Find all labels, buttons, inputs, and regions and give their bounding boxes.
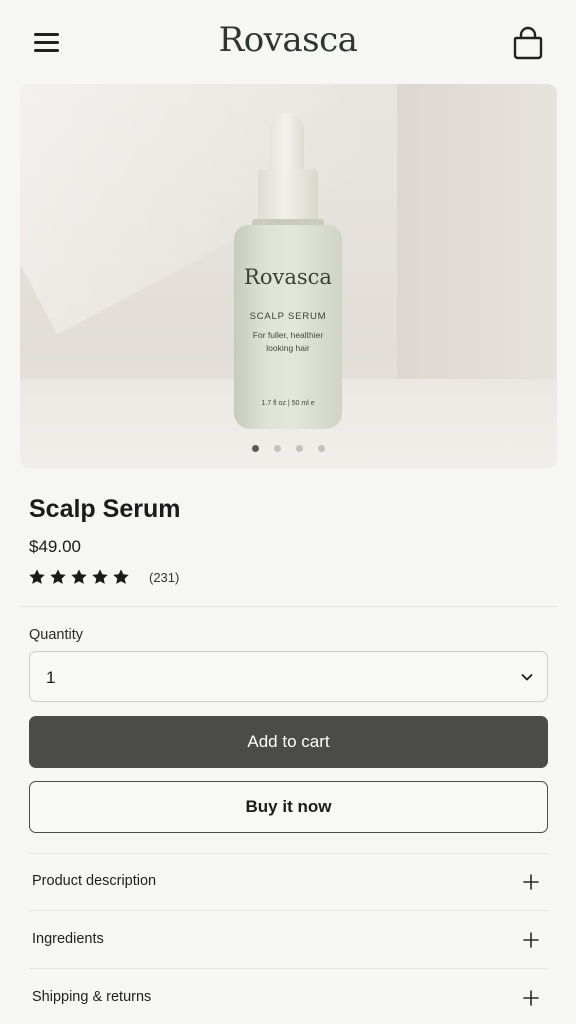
- bottle-glass: [234, 225, 342, 429]
- star-icon: [50, 569, 66, 584]
- product-rating[interactable]: (231): [28, 567, 179, 587]
- accordion-shipping-returns[interactable]: Shipping & returns: [29, 969, 548, 1024]
- rating-stars: [28, 568, 130, 586]
- quantity-value: 1: [46, 668, 56, 687]
- accordion-ingredients[interactable]: Ingredients: [29, 911, 548, 969]
- carousel-dot-1[interactable]: [252, 445, 259, 452]
- review-count[interactable]: (231): [149, 570, 179, 585]
- star-icon: [113, 569, 129, 584]
- section-divider: [20, 606, 557, 607]
- product-page: Rovasca Rovasca SCALP SERUM For fuller, …: [0, 0, 576, 1024]
- star-icon: [92, 569, 108, 584]
- brand-logo[interactable]: Rovasca: [0, 20, 576, 60]
- carousel-dot-2[interactable]: [274, 445, 281, 452]
- header: Rovasca: [0, 0, 576, 86]
- chevron-down-icon: [521, 674, 533, 681]
- bottle-brand-label: Rovasca: [244, 265, 332, 289]
- accordion-product-description[interactable]: Product description: [29, 853, 548, 911]
- bottle-description: For fuller, healthier looking hair: [246, 329, 330, 355]
- quantity-label: Quantity: [29, 627, 83, 643]
- dropper-collar: [258, 169, 318, 225]
- plus-icon: [523, 874, 539, 890]
- accordion-label: Shipping & returns: [32, 989, 152, 1005]
- bottle-description-line: For fuller, healthier: [252, 330, 324, 340]
- star-icon: [71, 569, 87, 584]
- carousel-dots: [20, 445, 557, 452]
- serum-bottle: Rovasca SCALP SERUM For fuller, healthie…: [232, 111, 344, 429]
- background-wall: [397, 84, 557, 384]
- product-price: $49.00: [29, 537, 81, 556]
- product-image-carousel[interactable]: Rovasca SCALP SERUM For fuller, healthie…: [20, 84, 557, 469]
- accordion-label: Product description: [32, 873, 157, 889]
- dropper-bulb: [270, 113, 304, 177]
- plus-icon: [523, 932, 539, 948]
- accordion-label: Ingredients: [32, 931, 104, 947]
- carousel-dot-4[interactable]: [318, 445, 325, 452]
- star-icon: [29, 569, 45, 584]
- bottle-volume-label: 1.7 fl oz | 50 ml e: [261, 400, 315, 407]
- carousel-dot-3[interactable]: [296, 445, 303, 452]
- plus-icon: [523, 990, 539, 1006]
- quantity-select[interactable]: 1: [29, 651, 548, 702]
- product-title: Scalp Serum: [29, 495, 181, 523]
- add-to-cart-button[interactable]: Add to cart: [29, 716, 548, 768]
- bottle-description-line: looking hair: [266, 343, 310, 353]
- buy-it-now-button[interactable]: Buy it now: [29, 781, 548, 833]
- shopping-bag-icon[interactable]: [508, 24, 548, 64]
- bottle-product-label: SCALP SERUM: [249, 311, 327, 322]
